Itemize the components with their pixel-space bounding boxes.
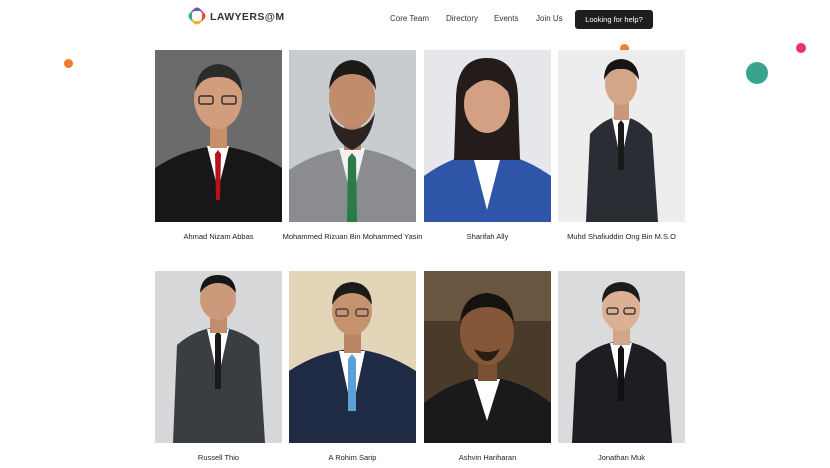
member-photo: [289, 50, 416, 222]
member-name: Muhd Shafiuddin Ong Bin M.S.O: [567, 232, 676, 241]
nav-core-team[interactable]: Core Team: [390, 14, 429, 23]
decor-dot-orange: [64, 59, 73, 68]
decor-dot-teal: [746, 62, 768, 84]
member-name: Sharifah Ally: [466, 232, 509, 241]
member-photo: [289, 271, 416, 443]
member-name: Mohammed Rizuan Bin Mohammed Yasin: [282, 232, 423, 241]
member-name: Ashvin Hariharan: [458, 453, 517, 462]
nav-directory[interactable]: Directory: [446, 14, 478, 23]
member-photo: [424, 50, 551, 222]
logo-text: LAWYERS@M: [210, 11, 285, 23]
member-name: Jonathan Muk: [597, 453, 646, 462]
nav-join-us[interactable]: Join Us: [536, 14, 563, 23]
looking-for-help-button[interactable]: Looking for help?: [575, 10, 653, 29]
logo-icon: [186, 5, 208, 27]
member-photo: [558, 50, 685, 222]
member-name: A Rohim Sarip: [328, 453, 377, 462]
decor-dot-pink: [796, 43, 806, 53]
site-header: LAWYERS@M Core Team Directory Events Joi…: [0, 0, 830, 38]
member-photo: [558, 271, 685, 443]
site-logo[interactable]: LAWYERS@M: [186, 5, 285, 27]
member-name: Ahmad Nizam Abbas: [183, 232, 254, 241]
member-photo: [155, 271, 282, 443]
member-name: Russell Thio: [197, 453, 240, 462]
member-photo: [155, 50, 282, 222]
member-photo: [424, 271, 551, 443]
nav-events[interactable]: Events: [494, 14, 518, 23]
